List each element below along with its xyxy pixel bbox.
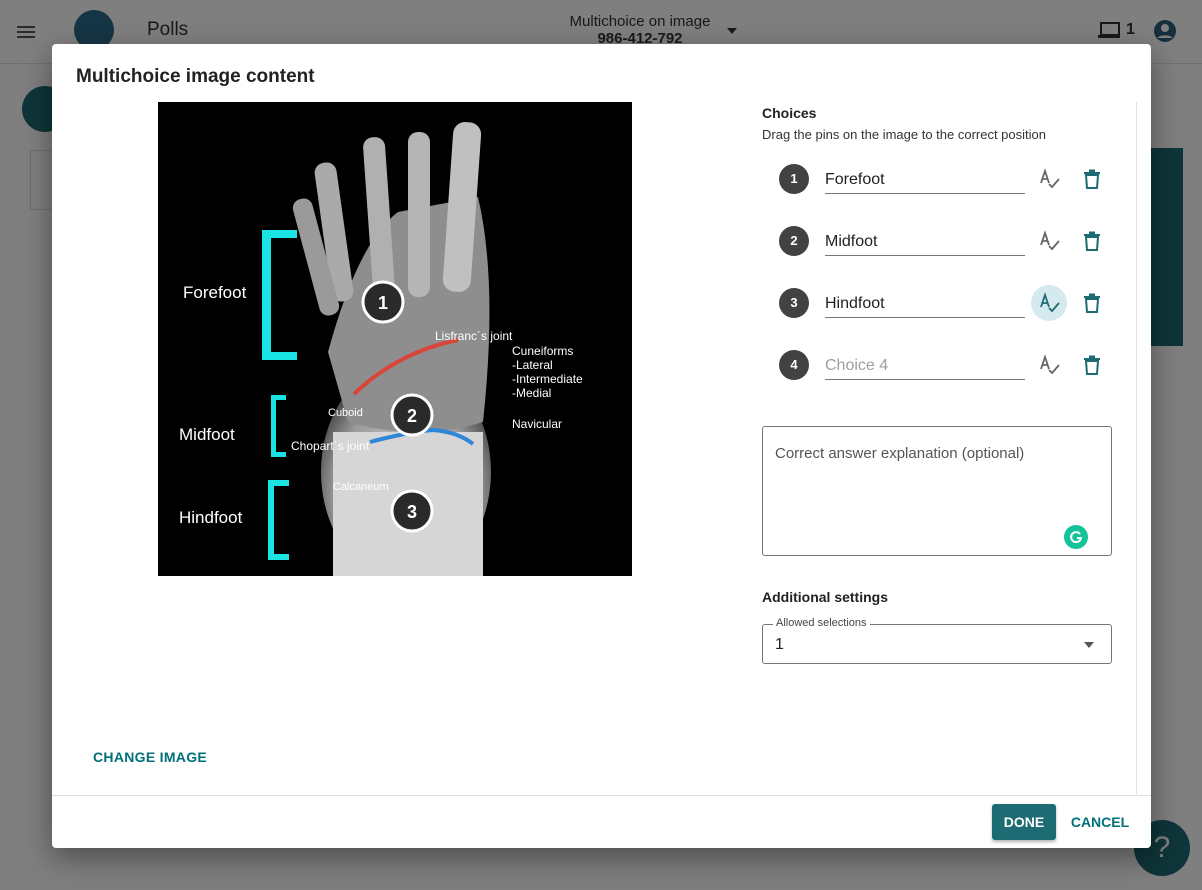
trash-icon — [1084, 169, 1100, 189]
dropdown-caret-icon — [1084, 642, 1094, 648]
footer-divider — [52, 795, 1151, 796]
cuboid-annotation: Cuboid — [328, 407, 363, 419]
spellcheck-button[interactable] — [1031, 223, 1067, 259]
delete-choice-button[interactable] — [1077, 347, 1107, 383]
navicular-annotation: Navicular — [512, 417, 562, 431]
allowed-selections-value: 1 — [775, 636, 784, 653]
cuneiforms-annotation: Cuneiforms — [512, 344, 573, 358]
change-image-button[interactable]: CHANGE IMAGE — [93, 749, 207, 765]
scrollbar-track[interactable] — [1136, 102, 1137, 794]
pin-2[interactable]: 2 — [390, 393, 434, 437]
xray-image: Forefoot Midfoot Hindfoot Lisfranc´s joi… — [158, 102, 632, 582]
allowed-selections-select[interactable]: Allowed selections 1 — [762, 617, 1112, 664]
choice-input-1[interactable] — [825, 160, 1025, 194]
grammarly-icon[interactable] — [1064, 525, 1088, 549]
spellcheck-icon — [1040, 168, 1060, 189]
multichoice-image-dialog: Multichoice image content Forefoot Midfo… — [52, 44, 1151, 848]
cancel-button[interactable]: CANCEL — [1068, 804, 1132, 840]
forefoot-image-label: Forefoot — [183, 283, 247, 302]
spellcheck-button[interactable] — [1031, 347, 1067, 383]
delete-choice-button[interactable] — [1077, 223, 1107, 259]
spellcheck-icon — [1040, 354, 1060, 375]
trash-icon — [1084, 293, 1100, 313]
choice-row-1: 1 — [779, 160, 1100, 200]
intermediate-annotation: -Intermediate — [512, 372, 583, 386]
medial-annotation: -Medial — [512, 386, 551, 400]
choice-row-3: 3 — [779, 284, 1100, 324]
svg-text:2: 2 — [407, 406, 417, 426]
pin-1[interactable]: 1 — [361, 280, 405, 324]
choice-row-4: 4 — [779, 346, 1100, 386]
trash-icon — [1084, 231, 1100, 251]
additional-settings-heading: Additional settings — [762, 589, 888, 605]
choice-number: 4 — [779, 350, 809, 380]
chopart-annotation: Chopart´s joint — [291, 439, 370, 453]
spellcheck-icon — [1040, 230, 1060, 251]
midfoot-image-label: Midfoot — [179, 425, 235, 444]
choice-row-2: 2 — [779, 222, 1100, 262]
choice-input-3[interactable] — [825, 284, 1025, 318]
choices-hint: Drag the pins on the image to the correc… — [762, 127, 1046, 142]
choice-input-4[interactable] — [825, 346, 1025, 380]
spellcheck-icon — [1040, 292, 1060, 313]
choice-number: 1 — [779, 164, 809, 194]
hindfoot-image-label: Hindfoot — [179, 508, 243, 527]
lisfranc-annotation: Lisfranc´s joint — [435, 329, 513, 343]
spellcheck-button[interactable] — [1031, 161, 1067, 197]
trash-icon — [1084, 355, 1100, 375]
foot-xray-graphic: Forefoot Midfoot Hindfoot Lisfranc´s joi… — [179, 122, 583, 582]
delete-choice-button[interactable] — [1077, 161, 1107, 197]
delete-choice-button[interactable] — [1077, 285, 1107, 321]
dialog-title: Multichoice image content — [76, 66, 315, 87]
choice-number: 2 — [779, 226, 809, 256]
calcaneum-annotation: Calcaneum — [333, 481, 389, 493]
svg-text:3: 3 — [407, 502, 417, 522]
spellcheck-button-active[interactable] — [1031, 285, 1067, 321]
choices-heading: Choices — [762, 105, 817, 121]
explanation-field — [762, 426, 1112, 556]
done-button[interactable]: DONE — [992, 804, 1056, 840]
choice-number: 3 — [779, 288, 809, 318]
allowed-selections-label: Allowed selections — [773, 617, 870, 629]
explanation-input[interactable] — [763, 427, 1111, 555]
region-brackets — [262, 230, 297, 560]
svg-text:1: 1 — [378, 293, 388, 313]
pin-3[interactable]: 3 — [390, 489, 434, 533]
lateral-annotation: -Lateral — [512, 358, 553, 372]
choice-input-2[interactable] — [825, 222, 1025, 256]
